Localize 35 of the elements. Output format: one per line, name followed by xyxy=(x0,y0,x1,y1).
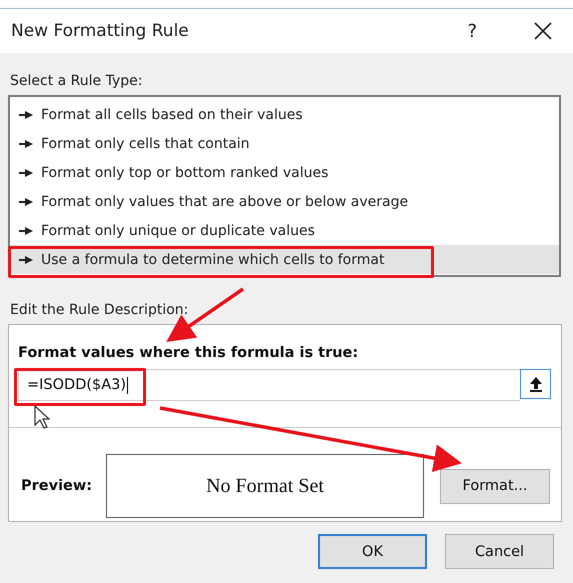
rule-type-item[interactable]: Format only values that are above or below average xyxy=(10,187,559,216)
rule-type-text: Format only unique or duplicate values xyxy=(41,222,315,238)
mouse-pointer-icon xyxy=(34,405,50,429)
window-title: New Formatting Rule xyxy=(11,21,190,41)
close-icon[interactable] xyxy=(533,21,553,41)
pointer-icon xyxy=(19,256,33,264)
rule-type-text: Format all cells based on their values xyxy=(41,106,303,122)
pointer-icon xyxy=(19,198,33,206)
help-button[interactable]: ? xyxy=(467,20,477,42)
pointer-icon xyxy=(19,168,33,176)
formula-text: =ISODD($A3) xyxy=(27,377,126,393)
pointer-icon xyxy=(19,140,33,148)
pointer-icon xyxy=(19,226,33,234)
upload-icon xyxy=(528,376,542,392)
dialog-button[interactable]: Cancel xyxy=(445,534,554,569)
rule-type-item[interactable]: Format only unique or duplicate values xyxy=(10,216,559,245)
rule-type-text: Use a formula to determine which cells to format xyxy=(41,252,384,268)
rule-type-item[interactable]: Format only cells that contain xyxy=(10,129,559,158)
formula-field[interactable]: =ISODD($A3) xyxy=(18,369,520,401)
text-cursor xyxy=(127,376,128,394)
pointer-icon xyxy=(19,110,33,118)
rule-type-item[interactable]: Use a formula to determine which cells to format xyxy=(10,245,559,274)
section-label: Select a Rule Type: xyxy=(10,73,144,89)
preview-text: No Format Set xyxy=(206,474,324,498)
dialog-button[interactable]: OK xyxy=(318,534,427,569)
format-button[interactable]: Format... xyxy=(440,468,550,504)
rule-type-text: Format only values that are above or below average xyxy=(41,194,408,210)
formula-label: Format values where this formula is true: xyxy=(18,345,360,361)
preview-label: Preview: xyxy=(21,478,94,494)
collapse-button[interactable] xyxy=(520,369,551,399)
rule-type-item[interactable]: Format only top or bottom ranked values xyxy=(10,158,559,187)
section-label: Edit the Rule Description: xyxy=(10,302,190,318)
rule-type-item[interactable]: Format all cells based on their values xyxy=(10,100,559,129)
rule-type-text: Format only cells that contain xyxy=(41,136,250,152)
rule-type-text: Format only top or bottom ranked values xyxy=(41,164,328,180)
